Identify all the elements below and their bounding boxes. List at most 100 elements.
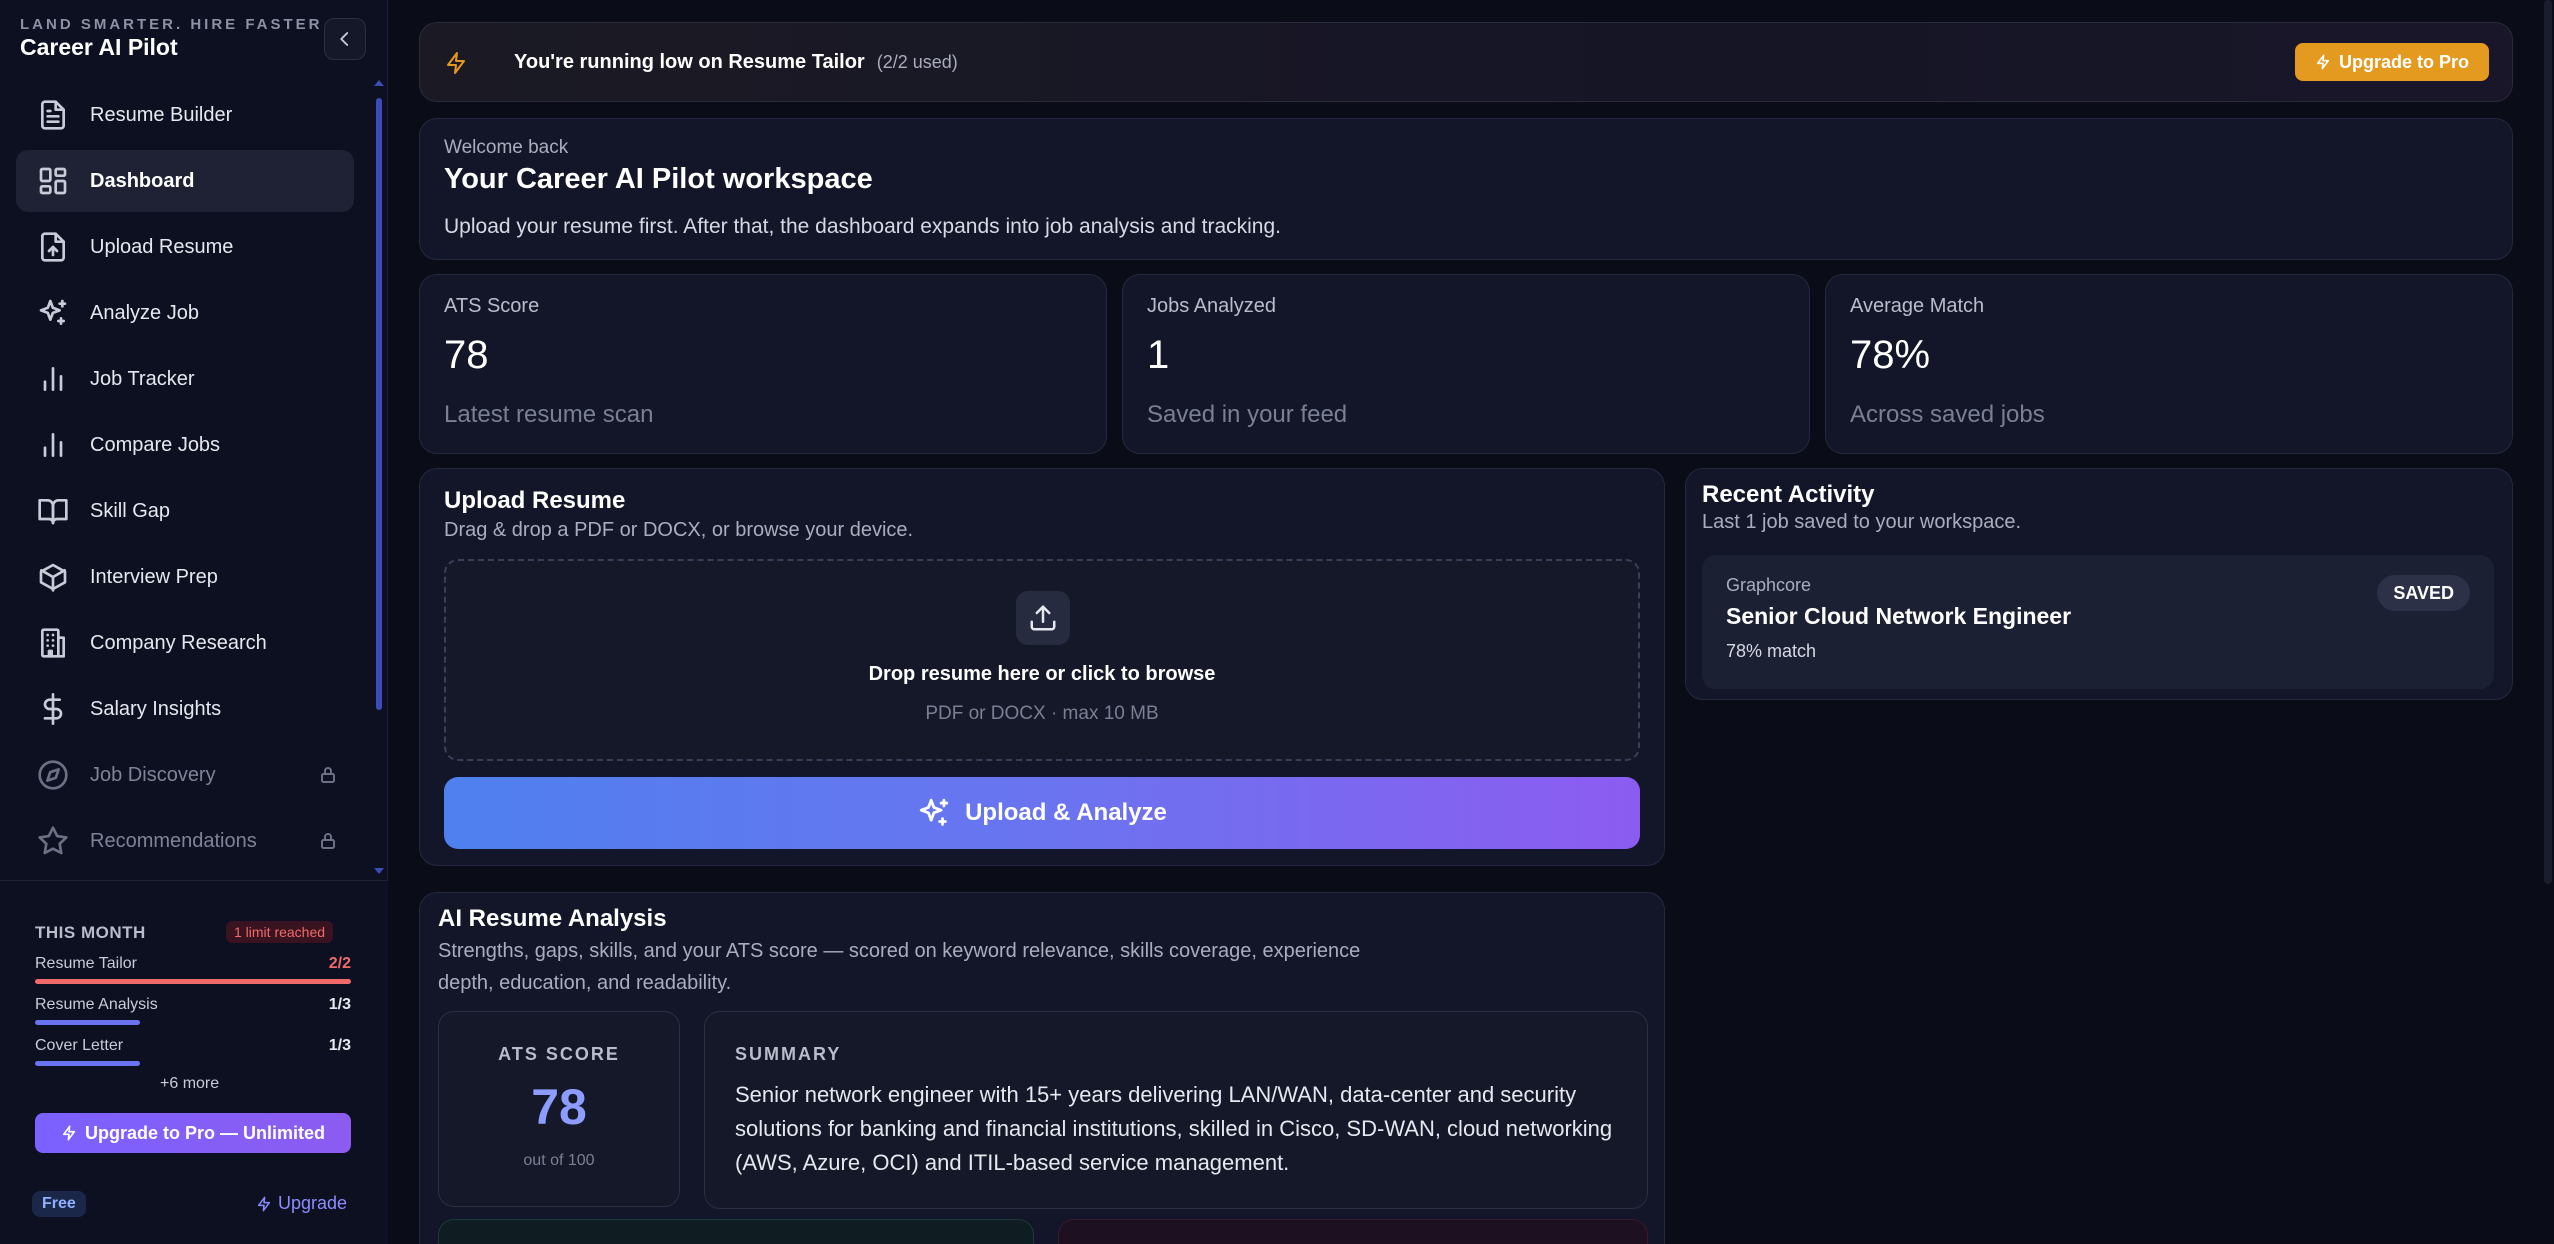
welcome-description: Upload your resume first. After that, th… bbox=[444, 215, 1281, 238]
usage-row-value: 1/3 bbox=[328, 996, 351, 1013]
recent-activity-subtitle: Last 1 job saved to your workspace. bbox=[1702, 511, 2022, 533]
scroll-up-arrow-icon[interactable] bbox=[374, 80, 384, 86]
dashboard-icon bbox=[36, 164, 70, 198]
sidebar-item-label: Analyze Job bbox=[90, 301, 199, 324]
banner-text: You're running low on Resume Tailor (2/2 … bbox=[514, 51, 958, 74]
upgrade-to-pro-button[interactable]: Upgrade to Pro bbox=[2294, 43, 2489, 81]
sidebar-item-dashboard[interactable]: Dashboard bbox=[16, 150, 354, 212]
summary-text: Senior network engineer with 15+ years d… bbox=[735, 1082, 1613, 1175]
sparkles-icon bbox=[36, 296, 70, 330]
plan-badge: Free bbox=[32, 1191, 86, 1217]
upgrade-unlimited-button[interactable]: Upgrade to Pro — Unlimited bbox=[35, 1113, 351, 1153]
job-match: 78% match bbox=[1726, 641, 1817, 661]
sidebar-item-label: Resume Builder bbox=[90, 103, 233, 126]
bar-chart-icon bbox=[36, 362, 70, 396]
sidebar-item-upload-resume[interactable]: Upload Resume bbox=[16, 216, 354, 278]
sidebar: LAND SMARTER. HIRE FASTER Career AI Pilo… bbox=[0, 0, 388, 1244]
usage-row-name: Resume Tailor bbox=[35, 955, 137, 972]
sidebar-item-label: Upload Resume bbox=[90, 235, 234, 258]
welcome-card: Welcome back Your Career AI Pilot worksp… bbox=[419, 118, 2513, 260]
job-title: Senior Cloud Network Engineer bbox=[1726, 603, 2072, 629]
sidebar-item-label: Interview Prep bbox=[90, 565, 218, 588]
lock-icon bbox=[320, 766, 336, 784]
stat-label: ATS Score bbox=[444, 295, 540, 317]
chevron-left-icon bbox=[340, 32, 349, 46]
stat-caption: Across saved jobs bbox=[1850, 401, 2045, 428]
stat-card-average-match: Average Match 78% Across saved jobs bbox=[1825, 274, 2513, 454]
sidebar-item-job-discovery[interactable]: Job Discovery bbox=[16, 744, 354, 806]
sidebar-item-label: Dashboard bbox=[90, 169, 195, 192]
sidebar-item-interview-prep[interactable]: Interview Prep bbox=[16, 546, 354, 608]
dropzone-hint: PDF or DOCX · max 10 MB bbox=[925, 703, 1159, 724]
document-icon bbox=[36, 98, 70, 132]
usage-row-cover-letter: Cover Letter 1/3 bbox=[35, 1037, 351, 1066]
sidebar-item-label: Compare Jobs bbox=[90, 433, 221, 456]
main-scrollbar[interactable] bbox=[2544, 0, 2552, 884]
saved-job-card[interactable]: Graphcore Senior Cloud Network Engineer … bbox=[1702, 555, 2494, 689]
sidebar-item-salary-insights[interactable]: Salary Insights bbox=[16, 678, 354, 740]
saved-badge: SAVED bbox=[2377, 575, 2470, 611]
upload-icon bbox=[1016, 591, 1070, 645]
sidebar-item-label: Recommendations bbox=[90, 829, 257, 852]
ai-resume-analysis-card: AI Resume Analysis Strengths, gaps, skil… bbox=[419, 892, 1665, 1244]
sidebar-item-skill-gap[interactable]: Skill Gap bbox=[16, 480, 354, 542]
usage-progress-bar bbox=[35, 1061, 140, 1066]
usage-title: THIS MONTH bbox=[35, 923, 146, 942]
stat-label: Jobs Analyzed bbox=[1147, 295, 1276, 317]
sidebar-item-recommendations[interactable]: Recommendations bbox=[16, 810, 354, 872]
summary-box: SUMMARY Senior network engineer with 15+… bbox=[704, 1011, 1648, 1209]
ats-score-label: ATS SCORE bbox=[498, 1044, 620, 1064]
upload-title: Upload Resume bbox=[444, 487, 626, 514]
stat-card-jobs-analyzed: Jobs Analyzed 1 Saved in your feed bbox=[1122, 274, 1810, 454]
scroll-down-arrow-icon[interactable] bbox=[374, 868, 384, 874]
app-name: Career AI Pilot bbox=[20, 34, 178, 60]
sidebar-item-resume-builder[interactable]: Resume Builder bbox=[16, 84, 354, 146]
upload-analyze-button[interactable]: Upload & Analyze bbox=[444, 777, 1640, 849]
welcome-greeting: Welcome back bbox=[444, 137, 569, 158]
sidebar-item-label: Company Research bbox=[90, 631, 267, 654]
usage-row-value: 1/3 bbox=[328, 1037, 351, 1054]
analysis-title: AI Resume Analysis bbox=[438, 905, 667, 932]
banner-message: You're running low on Resume Tailor bbox=[514, 51, 865, 73]
job-company: Graphcore bbox=[1726, 575, 1812, 595]
dropzone-title: Drop resume here or click to browse bbox=[868, 663, 1216, 685]
page-title: Your Career AI Pilot workspace bbox=[444, 163, 873, 195]
sidebar-item-job-tracker[interactable]: Job Tracker bbox=[16, 348, 354, 410]
usage-row-name: Resume Analysis bbox=[35, 996, 158, 1013]
bolt-icon bbox=[2316, 54, 2330, 70]
sparkles-icon bbox=[919, 798, 949, 826]
ats-score-box: ATS SCORE 78 out of 100 bbox=[438, 1011, 680, 1207]
show-more-usage-link[interactable]: +6 more bbox=[160, 1075, 219, 1093]
recent-activity-title: Recent Activity bbox=[1702, 481, 1875, 508]
sidebar-item-label: Job Tracker bbox=[90, 367, 195, 390]
stat-value: 78% bbox=[1850, 333, 1931, 377]
bolt-icon bbox=[257, 1196, 271, 1211]
sidebar-item-company-research[interactable]: Company Research bbox=[16, 612, 354, 674]
star-icon bbox=[36, 824, 70, 858]
usage-row-resume-tailor: Resume Tailor 2/2 bbox=[35, 955, 351, 984]
sidebar-item-analyze-job[interactable]: Analyze Job bbox=[16, 282, 354, 344]
sidebar-item-label: Job Discovery bbox=[90, 763, 216, 786]
bolt-icon bbox=[62, 1125, 76, 1141]
stat-caption: Latest resume scan bbox=[444, 401, 654, 428]
sidebar-item-label: Salary Insights bbox=[90, 697, 222, 720]
upload-analyze-label: Upload & Analyze bbox=[965, 799, 1167, 826]
upgrade-link-label: Upgrade bbox=[278, 1193, 348, 1213]
resume-dropzone[interactable]: Drop resume here or click to browse PDF … bbox=[444, 559, 1640, 761]
stat-card-ats-score: ATS Score 78 Latest resume scan bbox=[419, 274, 1107, 454]
main-content: You're running low on Resume Tailor (2/2 … bbox=[389, 0, 2554, 1244]
stat-caption: Saved in your feed bbox=[1147, 401, 1348, 428]
lock-icon bbox=[320, 832, 336, 850]
usage-warning-banner: You're running low on Resume Tailor (2/2 … bbox=[419, 22, 2513, 102]
cube-icon bbox=[36, 560, 70, 594]
collapse-sidebar-button[interactable] bbox=[324, 18, 366, 60]
stat-label: Average Match bbox=[1850, 295, 1985, 317]
sidebar-scrollbar[interactable] bbox=[376, 98, 382, 710]
sidebar-item-label: Skill Gap bbox=[90, 499, 171, 522]
upgrade-link[interactable]: Upgrade bbox=[256, 1193, 347, 1214]
summary-label: SUMMARY bbox=[735, 1044, 842, 1064]
sidebar-item-compare-jobs[interactable]: Compare Jobs bbox=[16, 414, 354, 476]
compass-icon bbox=[36, 758, 70, 792]
usage-progress-bar bbox=[35, 1020, 140, 1025]
dollar-icon bbox=[36, 692, 70, 726]
